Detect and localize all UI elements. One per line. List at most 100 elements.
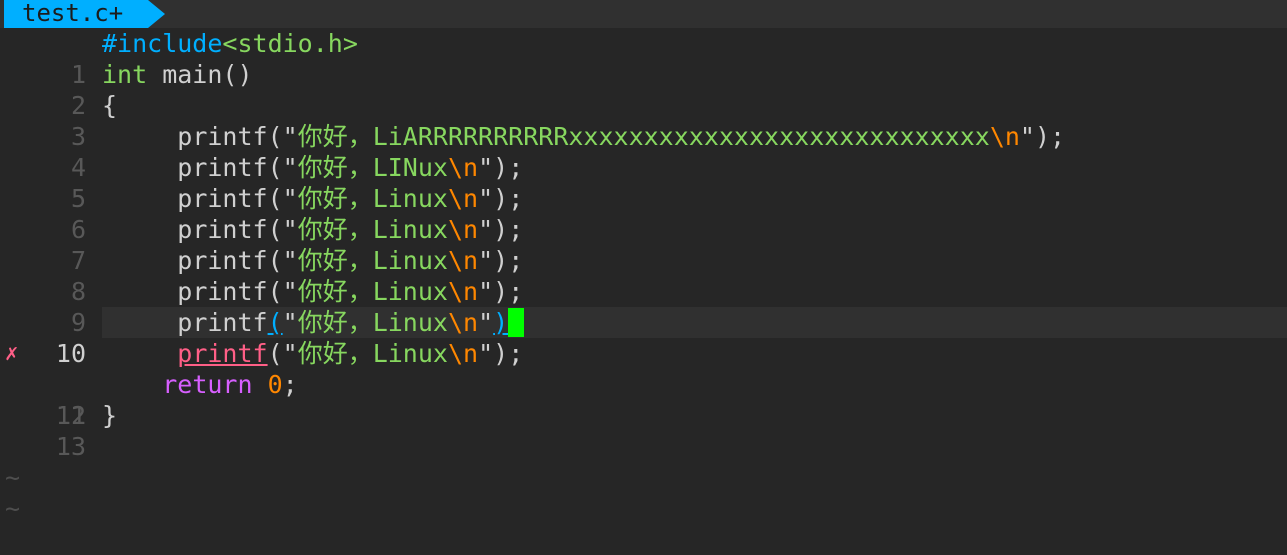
semicolon: ;: [508, 246, 524, 275]
code-line-6[interactable]: 6 printf("你好，Linux\n");: [0, 183, 1287, 244]
code-line-5[interactable]: 5 printf("你好，LINux\n");: [0, 152, 1287, 213]
function-name: printf: [177, 122, 268, 151]
quote-open: ": [282, 277, 298, 306]
string-literal: 你好，Linux: [297, 184, 448, 213]
code-line-3[interactable]: 3 {: [0, 90, 1287, 151]
escape-sequence: \n: [989, 122, 1020, 151]
function-name: printf: [177, 215, 268, 244]
function-name-error: printf: [177, 339, 268, 368]
escape-sequence: \n: [447, 246, 479, 275]
code-text: printf("你好，Linux\n");: [102, 214, 1287, 245]
type-keyword: int: [102, 60, 148, 89]
escape-sequence: \n: [447, 339, 479, 368]
quote-open: ": [282, 122, 298, 151]
function-name: printf: [177, 308, 268, 337]
code-line-13[interactable]: 13 }: [0, 400, 1287, 461]
code-line-8[interactable]: 8 printf("你好，Linux\n");: [0, 245, 1287, 306]
code-line-9[interactable]: 9 printf("你好，Linux\n");: [0, 276, 1287, 337]
quote-close: ": [1019, 122, 1035, 151]
paren-open: (: [267, 184, 283, 213]
string-literal: 你好，LINux: [297, 153, 448, 182]
editor-buffer[interactable]: 1 #include<stdio.h> 2 int main() 3 { 4 p…: [0, 28, 1287, 523]
code-text: printf("你好，Linux\n");: [102, 245, 1287, 276]
semicolon: ;: [508, 184, 524, 213]
semicolon: ;: [508, 339, 524, 368]
code-line-1[interactable]: 1 #include<stdio.h>: [0, 28, 1287, 89]
paren-open-match: (: [267, 308, 283, 337]
code-line-10-current[interactable]: 10 printf("你好，Linux\n"): [0, 307, 1287, 368]
paren-close: ): [493, 277, 509, 306]
paren-close: ): [1034, 122, 1051, 151]
string-literal: 你好，Linux: [297, 277, 448, 306]
paren-open: (: [267, 339, 283, 368]
quote-open: ": [282, 308, 298, 337]
tilde-marker: ~: [5, 494, 21, 523]
paren-open: (: [267, 215, 283, 244]
semicolon: ;: [508, 215, 524, 244]
paren-close: ): [493, 215, 509, 244]
string-literal: 你好，Linux: [297, 339, 448, 368]
text-cursor: [508, 308, 525, 337]
code-line-2[interactable]: 2 int main(): [0, 59, 1287, 120]
code-line-12[interactable]: 12 return 0;: [0, 369, 1287, 430]
error-sign-icon[interactable]: ✗: [5, 338, 27, 369]
quote-close: ": [478, 215, 494, 244]
include-header: <stdio.h>: [222, 29, 358, 58]
paren-open: (: [267, 277, 283, 306]
semicolon: ;: [508, 153, 524, 182]
code-line-4[interactable]: 4 printf("你好，LiARRRRRRRRRRxxxxxxxxxxxxxx…: [0, 121, 1287, 182]
quote-close: ": [478, 339, 494, 368]
number-literal: 0: [267, 370, 283, 399]
preprocessor-directive: #include: [102, 29, 223, 58]
code-text: printf("你好，Linux\n");: [102, 276, 1287, 307]
return-keyword: return: [162, 370, 253, 399]
quote-close: ": [478, 153, 494, 182]
function-name: printf: [177, 246, 268, 275]
quote-open: ": [282, 215, 298, 244]
close-brace: }: [102, 401, 118, 430]
open-brace: {: [102, 91, 118, 120]
code-text: printf("你好，Linux\n");: [102, 183, 1287, 214]
string-literal: 你好，LiARRRRRRRRRRxxxxxxxxxxxxxxxxxxxxxxxx…: [297, 122, 990, 151]
empty-line-marker: ~: [0, 431, 1287, 492]
code-text: }: [102, 400, 1287, 431]
code-line-11-error[interactable]: ✗ 11 printf("你好，Linux\n");: [0, 338, 1287, 430]
code-text: printf("你好，Linux\n");: [102, 338, 1287, 369]
paren-close: ): [493, 153, 509, 182]
code-line-7[interactable]: 7 printf("你好，Linux\n");: [0, 214, 1287, 275]
function-name: printf: [177, 153, 268, 182]
escape-sequence: \n: [447, 277, 479, 306]
code-text: #include<stdio.h>: [102, 28, 1287, 59]
escape-sequence: \n: [447, 308, 479, 337]
tab-label: test.c+: [22, 0, 124, 27]
escape-sequence: \n: [447, 184, 479, 213]
quote-close: ": [478, 184, 494, 213]
code-plain: main(): [147, 60, 253, 89]
paren-close-match: ): [493, 308, 509, 337]
escape-sequence: \n: [447, 153, 479, 182]
quote-open: ": [282, 246, 298, 275]
empty-line-marker: ~: [0, 462, 1287, 523]
code-text: printf("你好，LINux\n");: [102, 152, 1287, 183]
code-text: int main(): [102, 59, 1287, 90]
tabline: test.c+: [0, 0, 1287, 28]
function-name: printf: [177, 277, 268, 306]
paren-close: ): [493, 339, 509, 368]
paren-close: ): [493, 184, 509, 213]
code-text: {: [102, 90, 1287, 121]
quote-close: ": [478, 277, 494, 306]
paren-close: ): [493, 246, 509, 275]
escape-sequence: \n: [447, 215, 479, 244]
tab-test-c[interactable]: test.c+: [4, 0, 148, 28]
code-text: printf("你好，Linux\n"): [102, 307, 1287, 338]
code-text: return 0;: [102, 369, 1287, 400]
semicolon: ;: [282, 370, 298, 399]
paren-open: (: [267, 246, 283, 275]
string-literal: 你好，Linux: [297, 246, 448, 275]
quote-open: ": [282, 184, 298, 213]
code-text: printf("你好，LiARRRRRRRRRRxxxxxxxxxxxxxxxx…: [102, 121, 1287, 152]
string-literal: 你好，Linux: [297, 308, 448, 337]
paren-open: (: [267, 122, 283, 151]
semicolon: ;: [1050, 122, 1066, 151]
quote-close: ": [478, 246, 494, 275]
